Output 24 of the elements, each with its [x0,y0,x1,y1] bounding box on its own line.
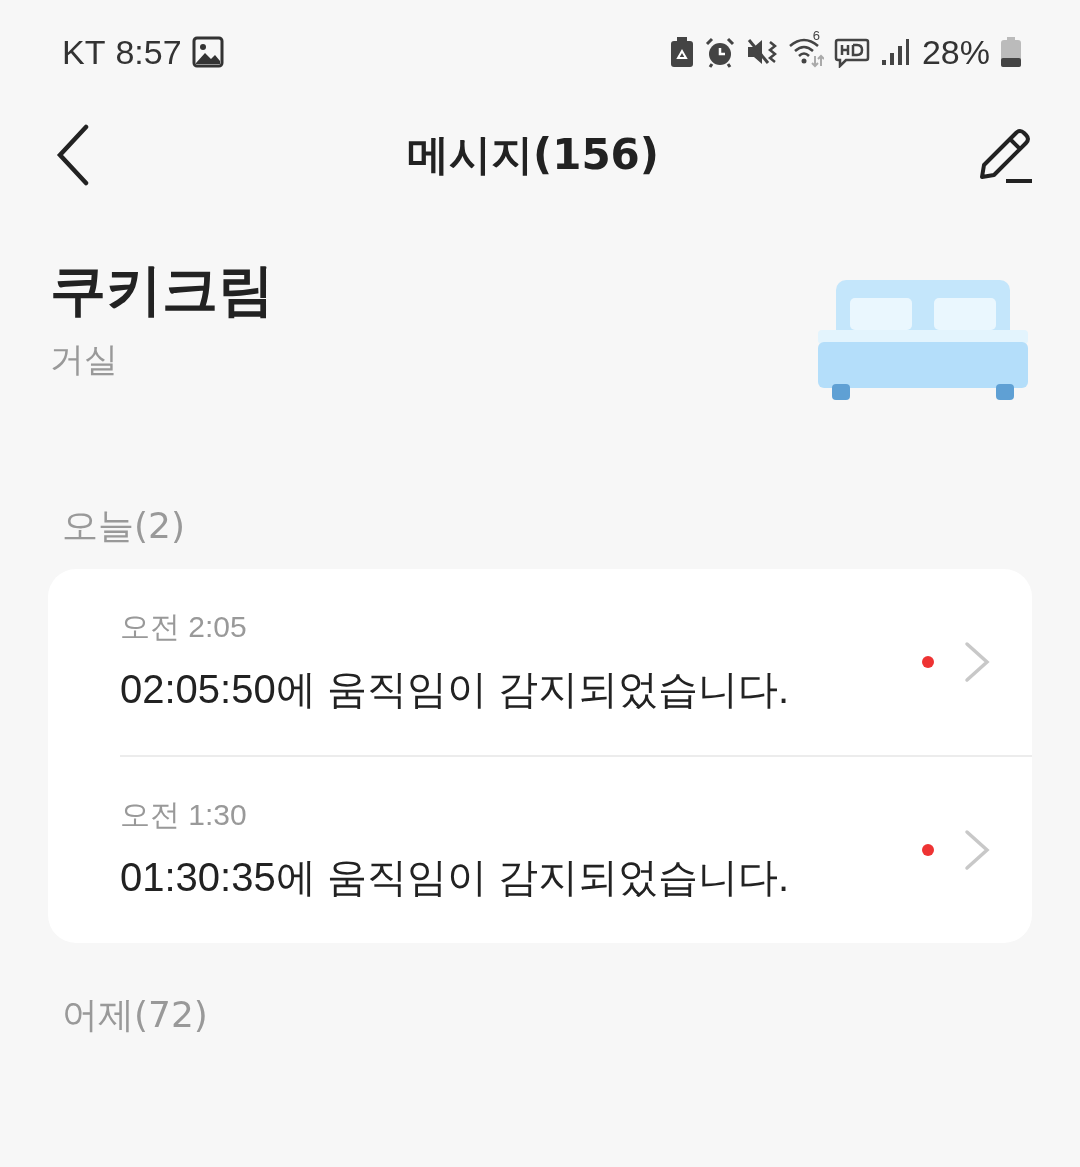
battery-recycle-icon [669,36,694,68]
hd-voice-icon [833,36,870,68]
message-time: 오전 2:05 [120,609,248,645]
message-item[interactable]: 오전 1:30 01:30:35에 움직임이 감지되었습니다. [120,755,1032,943]
chevron-right-icon [964,829,990,871]
section-heading: 어제(72) [62,993,208,1037]
alarm-icon [703,36,736,68]
battery-icon [1000,36,1022,68]
back-icon[interactable] [56,124,90,186]
carrier: KT [62,32,106,72]
page-title: 메시지(156) [406,129,660,181]
message-text: 01:30:35에 움직임이 감지되었습니다. [120,854,791,901]
message-time: 오전 1:30 [120,797,248,833]
wifi-generation-label: 6 [812,28,820,43]
clock: 8:57 [115,32,182,72]
device-name: 쿠키크림 [50,256,274,324]
section-heading: 오늘(2) [62,504,185,548]
message-text: 02:05:50에 움직임이 감지되었습니다. [120,666,791,713]
image-icon [191,36,224,68]
message-item[interactable]: 오전 2:05 02:05:50에 움직임이 감지되었습니다. [120,569,1032,755]
signal-icon [879,36,910,68]
battery-percentage: 28% [921,32,990,72]
room-name: 거실 [50,338,119,382]
chevron-right-icon [964,641,990,683]
